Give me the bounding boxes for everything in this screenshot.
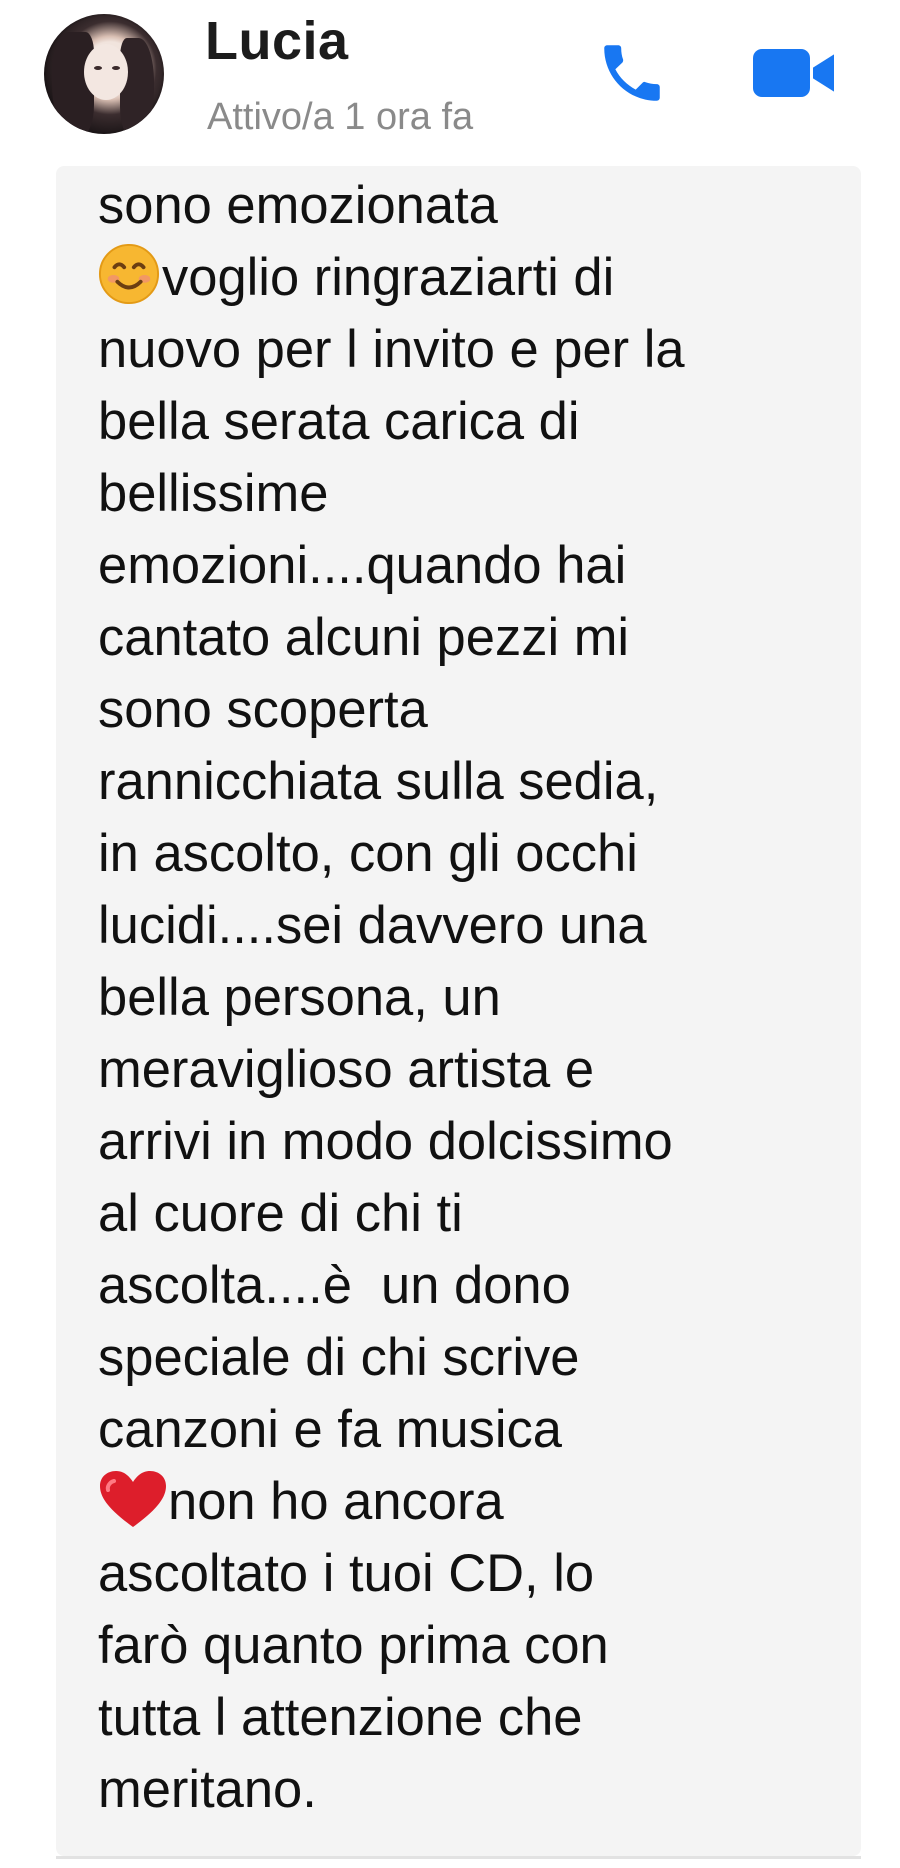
red-heart-emoji-icon (100, 1471, 166, 1527)
avatar-eye-left (94, 66, 102, 70)
call-button[interactable] (595, 36, 669, 110)
avatar-eye-right (112, 66, 120, 70)
message-line-1: sono emozionata (98, 176, 498, 235)
message-text: sono emozionata voglio ringraziarti di n… (98, 170, 858, 1826)
smiling-face-emoji-icon (98, 243, 160, 305)
avatar-face (84, 44, 128, 100)
chat-header: Lucia Attivo/a 1 ora fa (0, 0, 900, 150)
avatar[interactable] (44, 14, 164, 134)
message-ending: non ho ancora ascoltato i tuoi CD, lo fa… (98, 1472, 609, 1819)
video-call-button[interactable] (750, 36, 840, 110)
video-camera-icon (753, 49, 834, 97)
contact-name[interactable]: Lucia (205, 10, 349, 72)
contact-status: Attivo/a 1 ora fa (207, 96, 474, 138)
message-body: voglio ringraziarti di nuovo per l invit… (98, 248, 685, 1459)
bubble-bottom-divider (56, 1856, 861, 1859)
avatar-hair-right (120, 38, 154, 134)
phone-icon (604, 45, 660, 101)
